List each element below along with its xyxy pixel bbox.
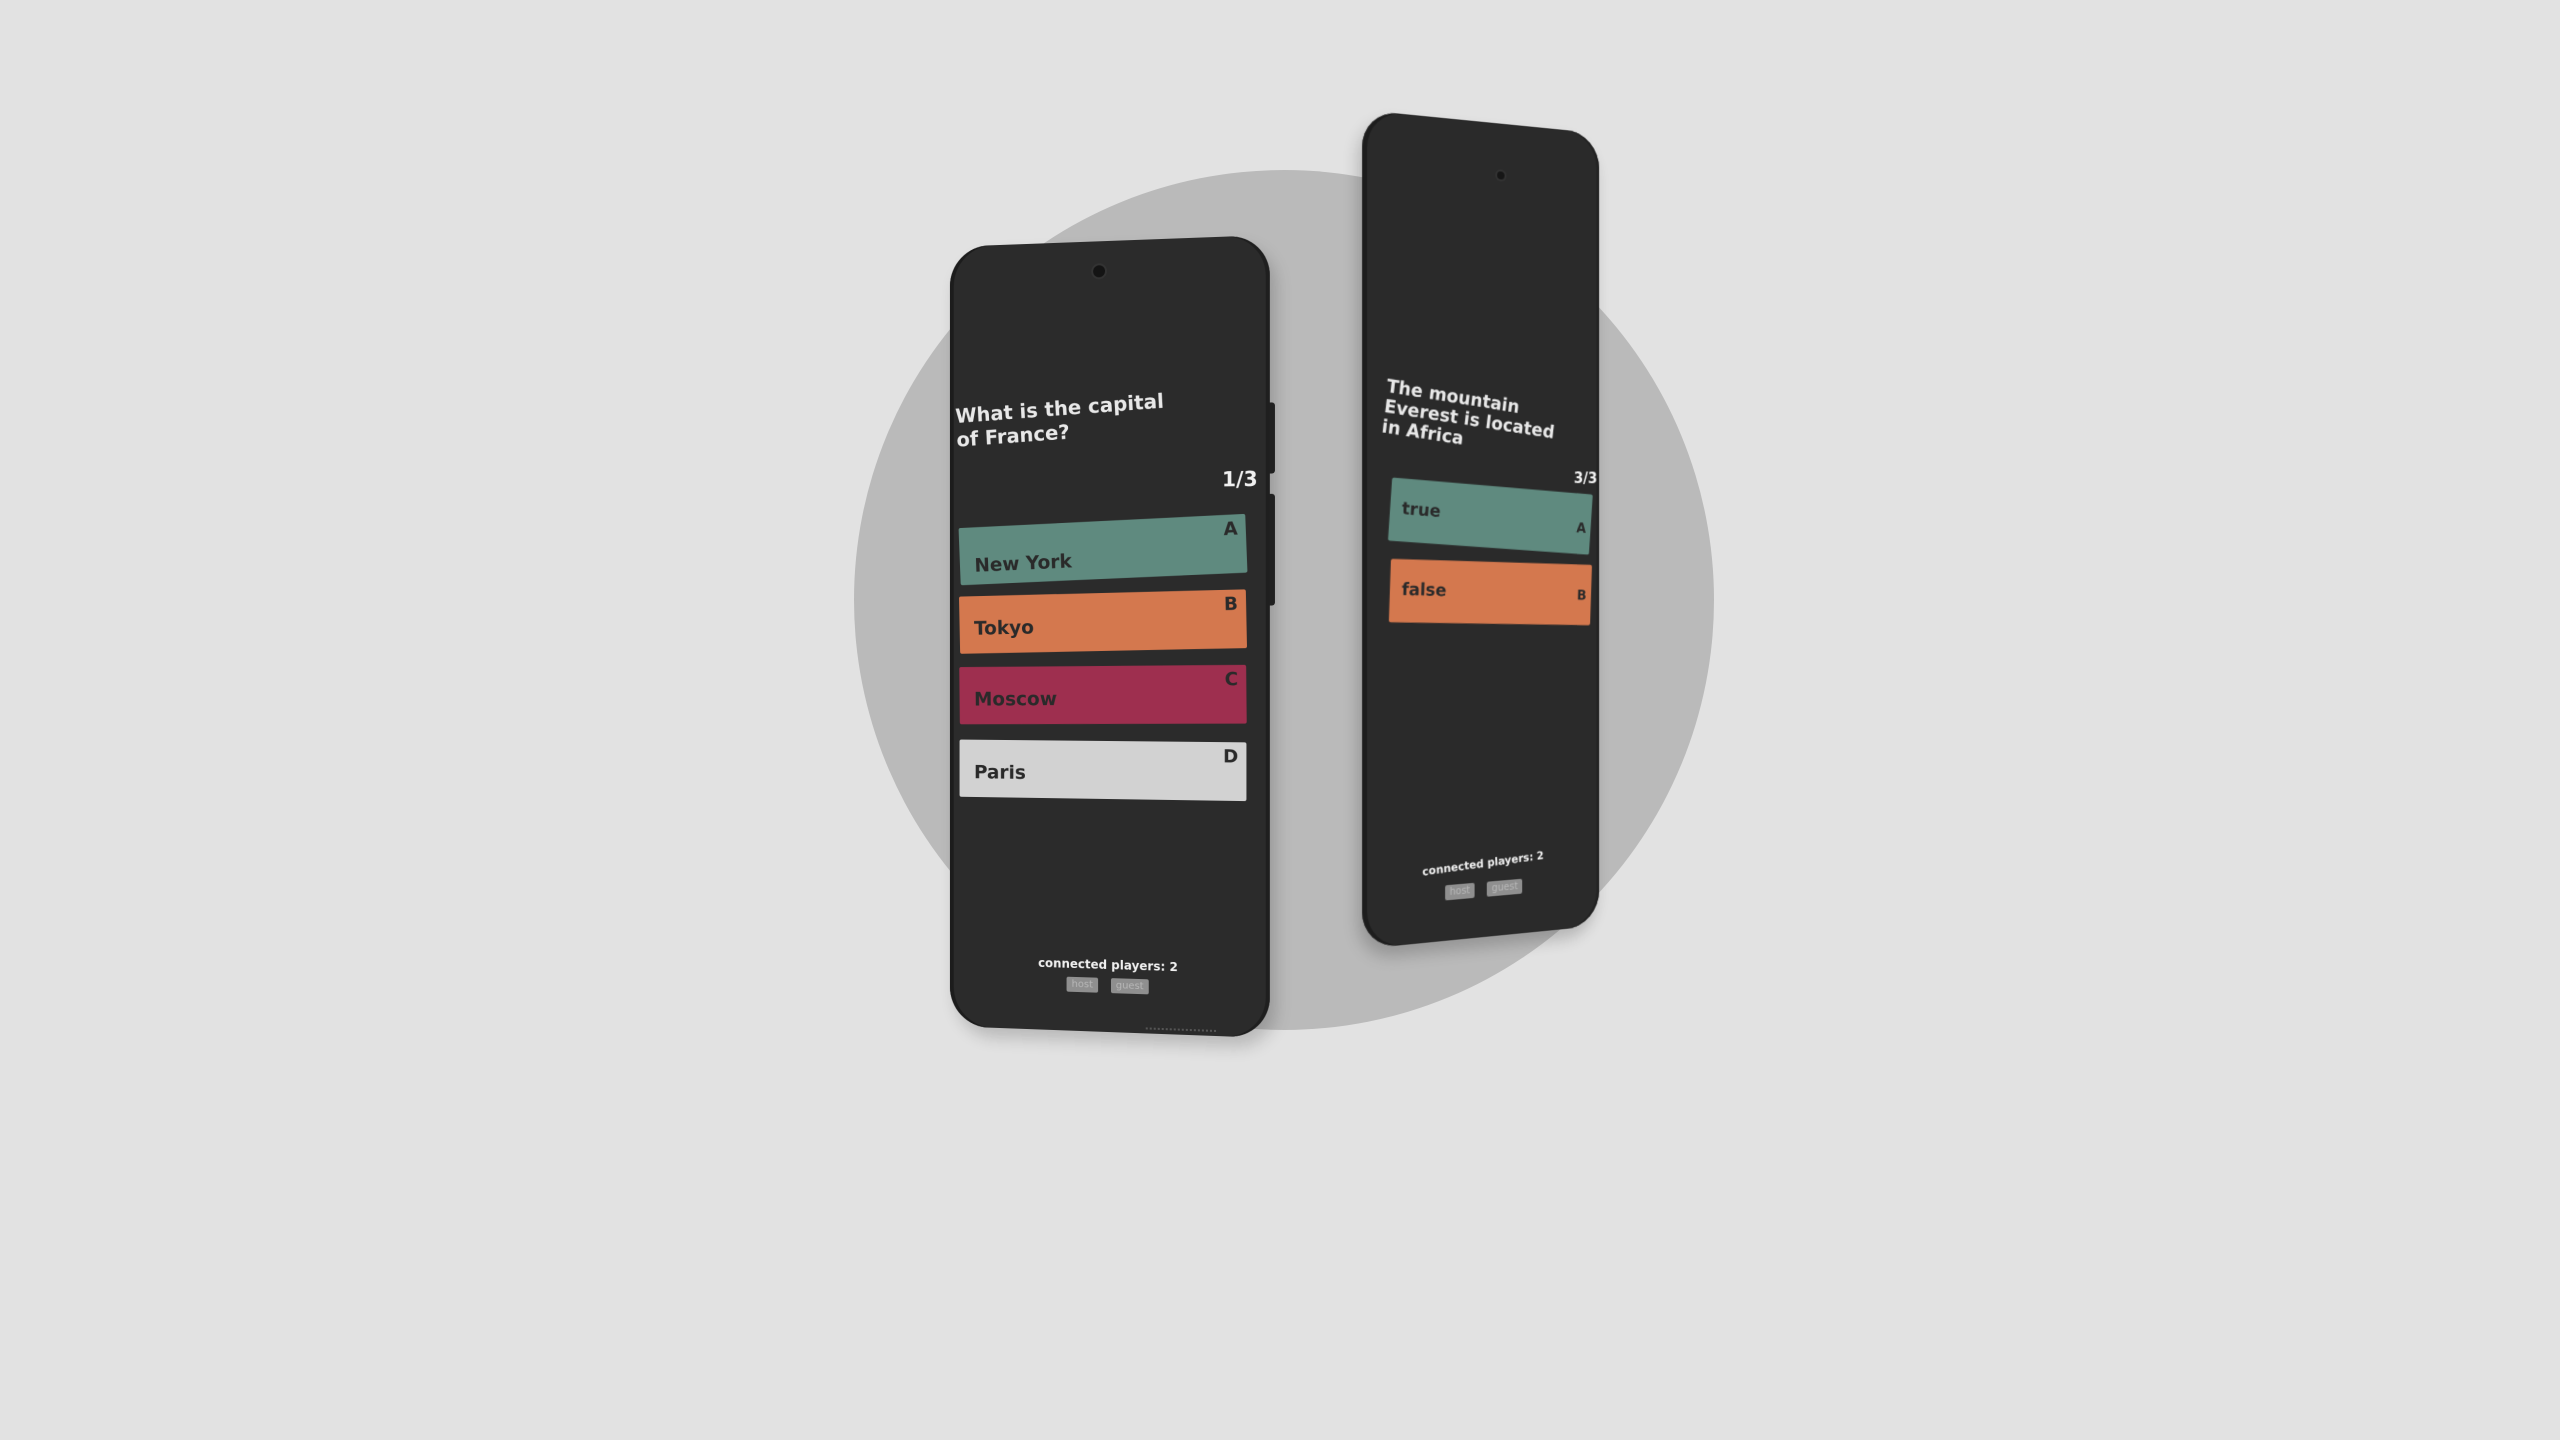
question-counter: 3/3 bbox=[1574, 469, 1598, 487]
answer-button-d[interactable]: Paris D bbox=[960, 740, 1247, 802]
camera-icon bbox=[1093, 265, 1105, 277]
phone-side-button bbox=[1269, 494, 1275, 606]
answer-button-c[interactable]: Moscow C bbox=[959, 665, 1246, 724]
answer-label: false bbox=[1401, 580, 1446, 601]
home-indicator bbox=[1146, 1027, 1216, 1034]
answer-key: B bbox=[1224, 594, 1238, 616]
phone-mockup-back: The mountain Everest is located in Afric… bbox=[1362, 110, 1599, 949]
phone-volume-button bbox=[1269, 402, 1275, 473]
answer-button-a[interactable]: New York A bbox=[959, 514, 1248, 585]
role-badge-guest: guest bbox=[1111, 978, 1149, 994]
answer-key: C bbox=[1225, 669, 1239, 690]
answer-button-b[interactable]: false B bbox=[1389, 559, 1592, 625]
role-badge-guest: guest bbox=[1487, 879, 1522, 897]
question-text: What is the capital of France? bbox=[955, 387, 1183, 451]
answer-label: Tokyo bbox=[974, 617, 1034, 640]
answer-label: New York bbox=[974, 550, 1072, 576]
answer-key: A bbox=[1576, 521, 1587, 537]
answer-label: Paris bbox=[974, 761, 1026, 783]
role-badge-host: host bbox=[1445, 883, 1475, 901]
answer-key: D bbox=[1223, 746, 1238, 767]
player-roles: host guest bbox=[950, 973, 1270, 1003]
answer-button-b[interactable]: Tokyo B bbox=[959, 589, 1247, 653]
question-counter: 1/3 bbox=[1222, 467, 1258, 492]
role-badge-host: host bbox=[1067, 977, 1098, 993]
question-text: The mountain Everest is located in Afric… bbox=[1381, 377, 1575, 466]
camera-icon bbox=[1497, 171, 1504, 180]
answer-key: A bbox=[1223, 518, 1238, 540]
answer-label: true bbox=[1401, 499, 1441, 522]
answer-label: Moscow bbox=[974, 688, 1057, 710]
answer-key: B bbox=[1577, 588, 1587, 604]
answer-button-a[interactable]: true A bbox=[1388, 477, 1593, 554]
phone-mockup-front: What is the capital of France? 1/3 New Y… bbox=[950, 235, 1270, 1038]
